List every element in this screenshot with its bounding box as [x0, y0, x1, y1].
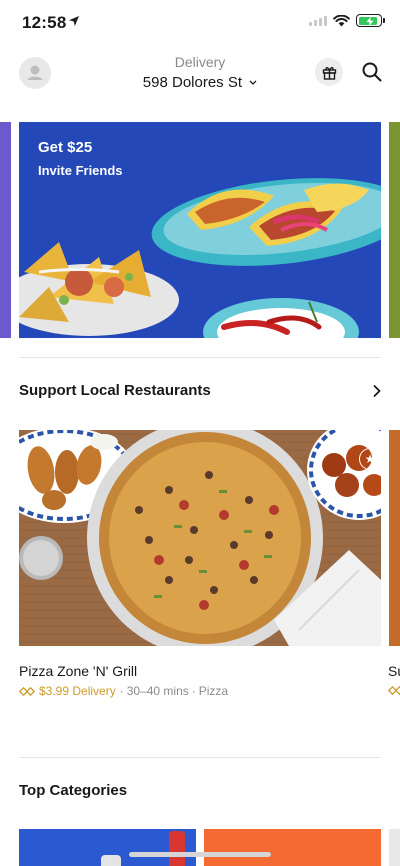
chevron-down-icon — [249, 80, 257, 85]
promo-subtitle: Invite Friends — [38, 163, 123, 178]
chevron-right-icon[interactable] — [370, 384, 384, 398]
store-card-next[interactable] — [389, 430, 400, 646]
store-meta: $3.99 Delivery · 30–40 mins · Pizza — [19, 684, 228, 698]
section-divider — [19, 357, 381, 358]
header: Delivery 598 Dolores St — [0, 46, 400, 110]
wifi-icon — [333, 14, 350, 26]
address-text: 598 Dolores St — [142, 74, 243, 91]
eta: 30–40 mins — [126, 684, 189, 698]
category-carousel[interactable] — [0, 829, 400, 866]
store-carousel[interactable]: ★ — [0, 430, 400, 646]
promo-carousel[interactable]: Get $25 Invite Friends — [0, 122, 400, 338]
meta-separator: · — [191, 684, 196, 698]
diamond-fee-icon — [19, 686, 35, 696]
promo-card-previous[interactable] — [0, 122, 11, 338]
store-name[interactable]: Pizza Zone 'N' Grill — [19, 663, 137, 679]
category-card-next[interactable] — [389, 829, 400, 866]
signal-icon — [309, 15, 327, 26]
category-card[interactable] — [19, 829, 196, 866]
cuisine: Pizza — [198, 684, 229, 698]
promo-card-next[interactable] — [389, 122, 400, 338]
status-bar: 12:58 — [0, 0, 400, 46]
section-divider — [19, 757, 381, 758]
battery-level — [358, 16, 378, 26]
store-card-image[interactable]: ★ — [19, 430, 381, 646]
gift-icon — [322, 66, 336, 80]
diamond-fee-icon — [388, 686, 400, 695]
section-title-support-local: Support Local Restaurants — [19, 382, 211, 399]
delivery-fee: $3.99 Delivery — [39, 684, 116, 698]
category-card[interactable] — [204, 829, 381, 866]
meta-separator: · — [119, 684, 124, 698]
gift-button[interactable] — [315, 58, 343, 86]
category-image — [101, 831, 185, 866]
home-indicator — [129, 852, 271, 857]
star-badge-icon[interactable]: ★ — [359, 448, 381, 470]
promo-title: Get $25 — [38, 139, 93, 156]
pizza-image — [19, 430, 381, 646]
store-name-peek[interactable]: Su — [388, 663, 400, 679]
promo-card-invite-friends[interactable]: Get $25 Invite Friends — [19, 122, 381, 338]
status-icons — [309, 14, 385, 27]
status-time: 12:58 — [22, 13, 67, 32]
battery-charging-icon — [356, 14, 385, 27]
search-icon[interactable] — [360, 60, 384, 84]
section-title-top-categories: Top Categories — [19, 782, 128, 799]
location-arrow-icon — [69, 16, 79, 26]
